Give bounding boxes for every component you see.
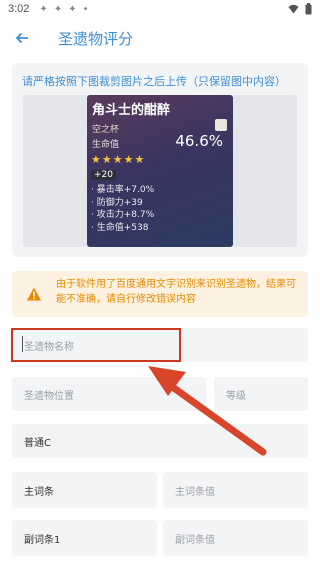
annotation-arrow bbox=[148, 366, 267, 456]
